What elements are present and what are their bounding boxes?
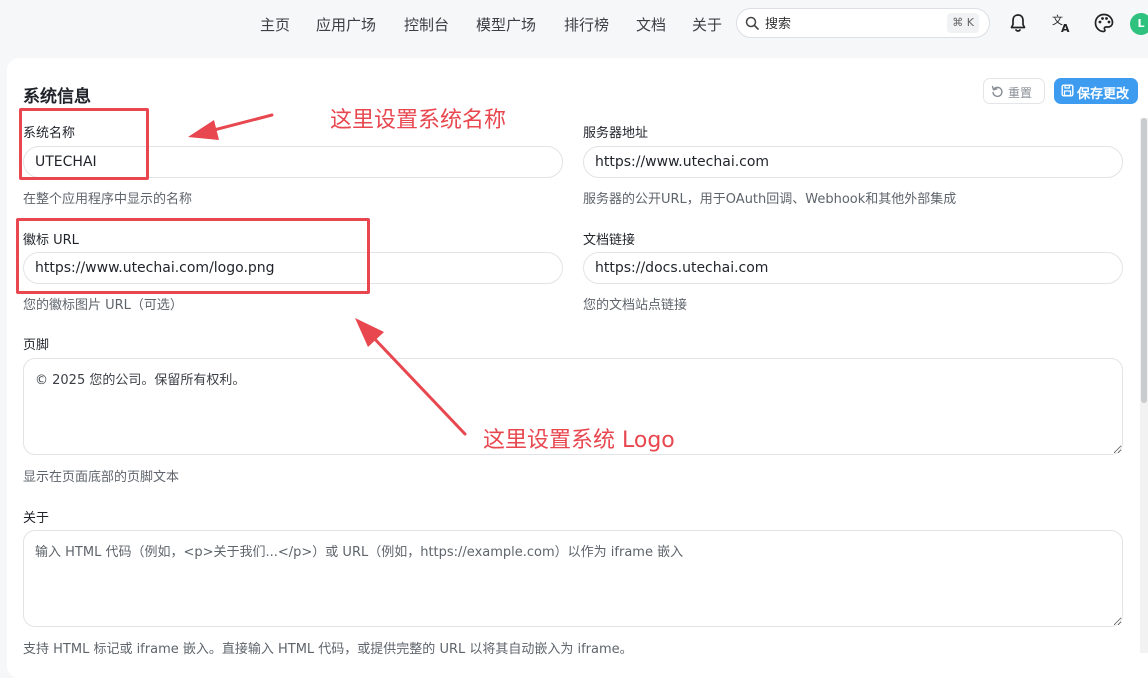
nav-docs[interactable]: 文档	[636, 14, 666, 35]
save-button[interactable]: 保存更改	[1054, 78, 1138, 104]
nav-console[interactable]: 控制台	[404, 14, 449, 35]
system-name-hint: 在整个应用程序中显示的名称	[23, 192, 193, 207]
about-label: 关于	[23, 511, 50, 526]
search-box[interactable]: ⌘ K	[736, 8, 990, 38]
reset-button[interactable]: 重置	[983, 78, 1045, 104]
top-navbar: 主页 应用广场 控制台 模型广场 排行榜 文档 关于 ⌘ K 文 A L	[0, 0, 1148, 48]
logo-url-hint: 您的徽标图片 URL（可选）	[23, 298, 183, 313]
footer-label: 页脚	[23, 338, 50, 353]
annotation-text-logo: 这里设置系统 Logo	[483, 428, 675, 453]
docs-link-hint: 您的文档站点链接	[583, 298, 688, 313]
translate-icon[interactable]: 文 A	[1051, 12, 1073, 34]
search-icon	[745, 16, 759, 30]
annotation-box-logo	[16, 218, 370, 294]
user-avatar[interactable]: L	[1130, 13, 1148, 35]
nav-leaderboard[interactable]: 排行榜	[564, 14, 609, 35]
about-hint: 支持 HTML 标记或 iframe 嵌入。直接输入 HTML 代码，或提供完整…	[23, 642, 633, 657]
search-input[interactable]	[763, 13, 947, 35]
docs-link-label: 文档链接	[583, 233, 636, 248]
save-label: 保存更改	[1077, 87, 1130, 102]
server-url-hint: 服务器的公开URL，用于OAuth回调、Webhook和其他外部集成	[583, 192, 957, 207]
annotation-text-system-name: 这里设置系统名称	[330, 108, 507, 133]
server-url-input[interactable]	[583, 146, 1123, 178]
docs-link-input[interactable]	[583, 252, 1123, 284]
reset-label: 重置	[1008, 86, 1033, 100]
footer-hint: 显示在页面底部的页脚文本	[23, 470, 180, 485]
nav-home[interactable]: 主页	[260, 14, 290, 35]
nav-about[interactable]: 关于	[692, 14, 722, 35]
nav-model-square[interactable]: 模型广场	[476, 14, 536, 35]
scrollbar-thumb[interactable]	[1141, 118, 1147, 403]
reset-icon	[991, 85, 1003, 98]
palette-icon[interactable]	[1093, 12, 1115, 34]
bell-icon[interactable]	[1007, 12, 1029, 34]
page-title: 系统信息	[23, 87, 91, 107]
annotation-box-system-name	[19, 108, 149, 180]
save-icon	[1061, 84, 1074, 97]
svg-text:A: A	[1061, 22, 1070, 34]
nav-app-square[interactable]: 应用广场	[316, 14, 376, 35]
server-url-label: 服务器地址	[583, 126, 649, 141]
search-shortcut: ⌘ K	[947, 13, 979, 33]
about-textarea[interactable]	[23, 530, 1123, 627]
